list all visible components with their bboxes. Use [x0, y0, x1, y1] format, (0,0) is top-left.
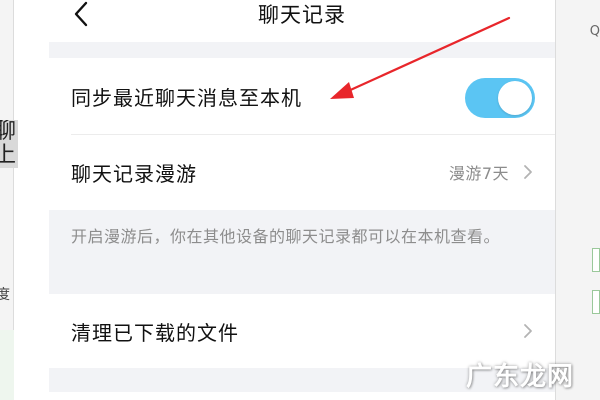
sync-settings-group: 同步最近聊天消息至本机 聊天记录漫游 漫游7天 [49, 58, 555, 210]
sync-recent-label: 同步最近聊天消息至本机 [71, 85, 302, 110]
toggle-knob [498, 81, 532, 115]
background-left-char-1: 聊 [0, 120, 17, 144]
chevron-right-icon [523, 164, 533, 180]
chat-history-screen: 聊天记录 同步最近聊天消息至本机 聊天记录漫游 漫游7天 开启漫游后，你在其他设… [49, 0, 555, 400]
roaming-row[interactable]: 聊天记录漫游 漫游7天 [49, 134, 555, 210]
background-right-mark: Q [589, 24, 600, 39]
settings-group-partial [49, 392, 555, 400]
sync-recent-toggle[interactable] [465, 78, 535, 118]
background-left-snippet: 聊 上 [0, 120, 18, 168]
roaming-label: 聊天记录漫游 [71, 161, 197, 186]
chevron-right-icon [523, 323, 533, 339]
navigation-bar: 聊天记录 [49, 0, 555, 42]
sync-recent-row: 同步最近聊天消息至本机 [49, 58, 555, 134]
background-right-strip: Q [555, 0, 600, 400]
roaming-hint: 开启漫游后，你在其他设备的聊天记录都可以在本机查看。 [71, 227, 501, 246]
clear-downloads-label: 清理已下载的文件 [71, 320, 239, 345]
background-right-box [592, 248, 600, 272]
background-left-text: 度 [0, 287, 10, 303]
roaming-value: 漫游7天 [448, 164, 509, 183]
background-left-char-2: 上 [0, 143, 17, 168]
watermark: 广东龙网 [466, 362, 575, 392]
background-right-box [592, 290, 600, 314]
background-left-panel [0, 330, 14, 400]
page-title: 聊天记录 [258, 3, 346, 27]
